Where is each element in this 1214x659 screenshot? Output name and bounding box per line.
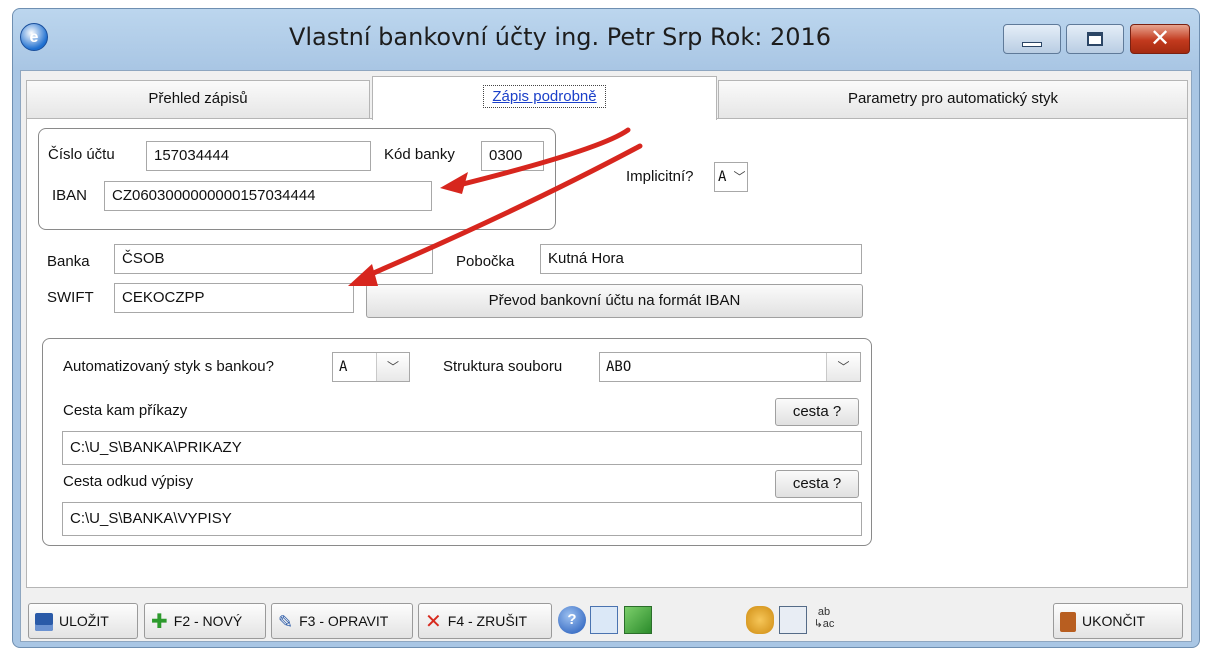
- chevron-down-icon: ﹀: [826, 353, 860, 381]
- prevod-iban-button[interactable]: Převod bankovní účtu na formát IBAN: [366, 284, 863, 318]
- cesta-prikazy-button[interactable]: cesta ?: [775, 398, 859, 426]
- ulozit-button[interactable]: ULOŽIT: [28, 603, 138, 639]
- swift-field[interactable]: CEKOCZPP: [114, 283, 354, 313]
- banka-field[interactable]: ČSOB: [114, 244, 433, 274]
- struktura-value: ABO: [606, 359, 632, 375]
- maximize-icon: [1087, 32, 1103, 46]
- app-icon: e: [20, 23, 48, 51]
- ukoncit-button[interactable]: UKONČIT: [1053, 603, 1183, 639]
- maximize-button[interactable]: [1066, 24, 1124, 54]
- delete-icon: ✕: [425, 611, 442, 634]
- ulozit-label: ULOŽIT: [59, 613, 109, 629]
- struktura-select[interactable]: ABO ﹀: [599, 352, 861, 382]
- save-icon: [35, 613, 53, 632]
- implicitni-value: A: [718, 169, 727, 185]
- vypisy-label: Cesta odkud výpisy: [63, 473, 194, 490]
- iban-label: IBAN: [52, 187, 88, 204]
- tab-label: Parametry pro automatický styk: [847, 90, 1059, 107]
- plus-icon: ✚: [151, 611, 168, 634]
- chevron-down-icon: ﹀: [376, 353, 409, 381]
- ukoncit-label: UKONČIT: [1082, 613, 1145, 629]
- opravit-button[interactable]: ✎ F3 - OPRAVIT: [271, 603, 413, 639]
- tab-label: Přehled zápisů: [148, 90, 248, 107]
- cislo-uctu-field[interactable]: 157034444: [146, 141, 371, 171]
- banka-label: Banka: [47, 253, 90, 270]
- edit-icon: ✎: [278, 612, 294, 633]
- styk-value: A: [339, 359, 348, 375]
- novy-button[interactable]: ✚ F2 - NOVÝ: [144, 603, 266, 639]
- cesta-vypisy-button[interactable]: cesta ?: [775, 470, 859, 498]
- opravit-label: F3 - OPRAVIT: [299, 613, 389, 629]
- zrusit-label: F4 - ZRUŠIT: [447, 613, 528, 629]
- close-icon: ✕: [1149, 25, 1171, 52]
- implicitni-select[interactable]: A ﹀: [714, 162, 748, 192]
- swift-label: SWIFT: [47, 289, 94, 306]
- tab-label: Zápis podrobně: [483, 85, 606, 108]
- prikazy-label: Cesta kam příkazy: [63, 402, 188, 419]
- kod-banky-field[interactable]: 0300: [481, 141, 544, 171]
- close-button[interactable]: ✕: [1130, 24, 1190, 54]
- exit-icon: [1060, 612, 1076, 633]
- tab-parametry[interactable]: Parametry pro automatický styk: [718, 80, 1188, 118]
- tab-zapis-podrobne[interactable]: Zápis podrobně: [372, 76, 717, 120]
- kod-banky-label: Kód banky: [384, 146, 455, 163]
- calculator-icon[interactable]: [779, 606, 807, 634]
- help-icon[interactable]: ?: [558, 606, 586, 634]
- spellcheck-icon[interactable]: ab ↳ac: [810, 606, 838, 634]
- tab-prehled-zapisu[interactable]: Přehled zápisů: [26, 80, 370, 118]
- pobocka-field[interactable]: Kutná Hora: [540, 244, 862, 274]
- card-icon[interactable]: [590, 606, 618, 634]
- chevron-down-icon: ﹀: [733, 170, 746, 184]
- spreadsheet-icon[interactable]: [624, 606, 652, 634]
- hand-icon[interactable]: [746, 606, 774, 634]
- prikazy-field[interactable]: C:\U_S\BANKA\PRIKAZY: [62, 431, 862, 465]
- window-title: Vlastní bankovní účty ing. Petr Srp Rok:…: [288, 23, 832, 51]
- cislo-uctu-label: Číslo účtu: [48, 146, 115, 163]
- zrusit-button[interactable]: ✕ F4 - ZRUŠIT: [418, 603, 552, 639]
- implicitni-label: Implicitní?: [626, 168, 694, 185]
- struktura-label: Struktura souboru: [443, 358, 563, 375]
- iban-field[interactable]: CZ0603000000000157034444: [104, 181, 432, 211]
- minimize-button[interactable]: [1003, 24, 1061, 54]
- styk-label: Automatizovaný styk s bankou?: [63, 358, 274, 375]
- styk-select[interactable]: A ﹀: [332, 352, 410, 382]
- pobocka-label: Pobočka: [456, 253, 515, 270]
- minimize-icon: [1022, 42, 1042, 47]
- novy-label: F2 - NOVÝ: [173, 613, 243, 629]
- vypisy-field[interactable]: C:\U_S\BANKA\VYPISY: [62, 502, 862, 536]
